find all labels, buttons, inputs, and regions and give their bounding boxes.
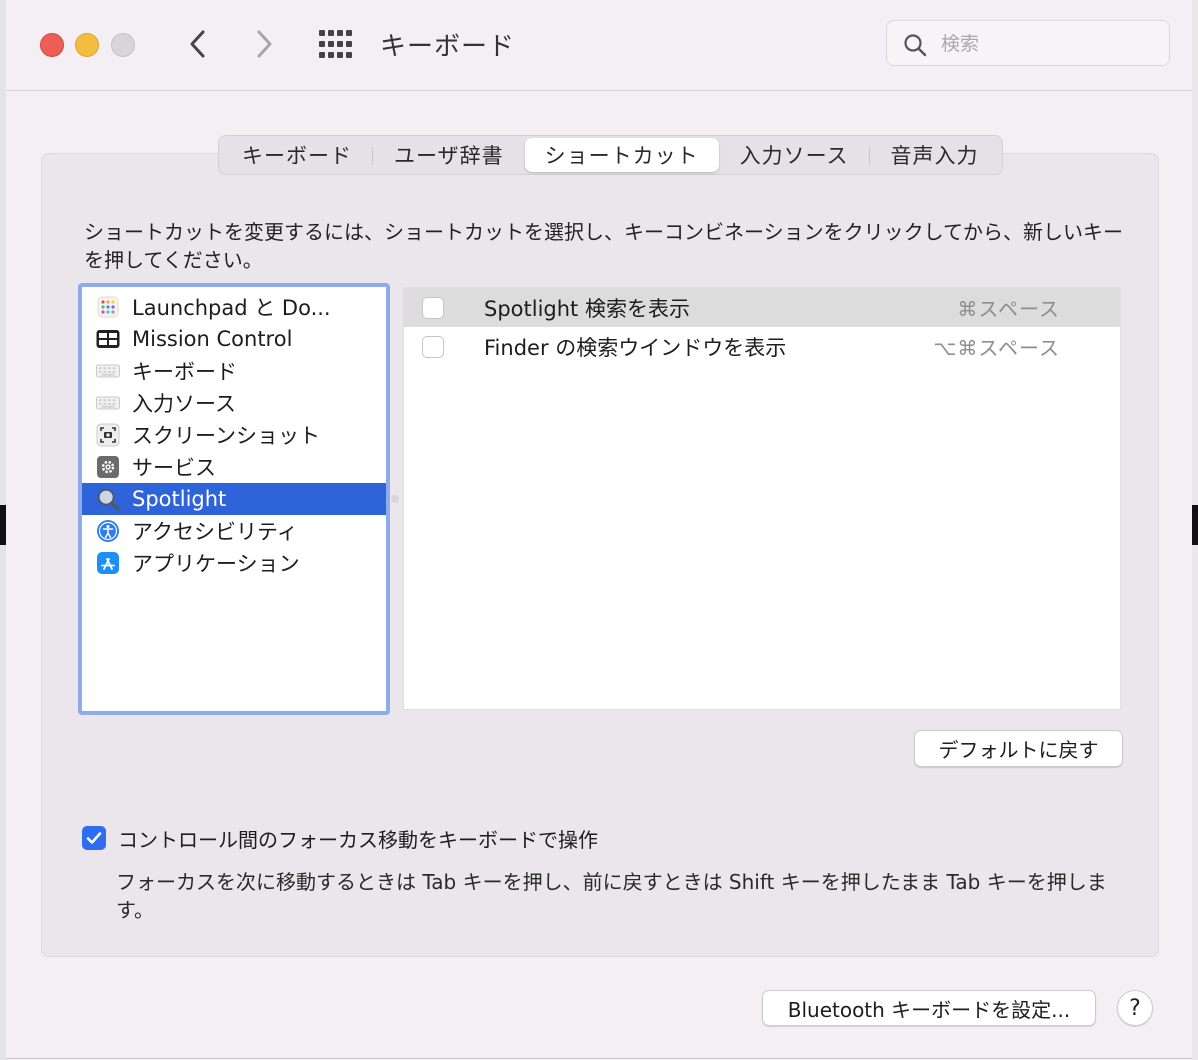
app-store-icon <box>96 551 120 575</box>
keyboard-navigation-note: フォーカスを次に移動するときは Tab キーを押し、前に戻すときは Shift … <box>116 870 1107 922</box>
accessibility-icon <box>96 519 120 543</box>
category-item-applications[interactable]: アプリケーション <box>82 547 386 579</box>
category-label: スクリーンショット <box>132 424 320 448</box>
category-list[interactable]: Launchpad と Do... Mission Control キーボード … <box>78 283 390 715</box>
tab-bar: キーボード ユーザ辞書 ショートカット 入力ソース 音声入力 <box>218 135 1003 175</box>
checkmark-icon <box>86 832 102 844</box>
category-item-launchpad[interactable]: Launchpad と Do... <box>82 291 386 323</box>
shortcut-row[interactable]: Finder の検索ウインドウを表示 ⌥⌘スペース <box>404 327 1120 366</box>
screenshot-icon <box>96 423 120 447</box>
category-item-mission-control[interactable]: Mission Control <box>82 323 386 355</box>
launchpad-icon <box>96 295 120 319</box>
restore-defaults-button[interactable]: デフォルトに戻す <box>914 730 1123 767</box>
category-item-spotlight[interactable]: Spotlight <box>82 483 386 515</box>
category-label: Mission Control <box>132 327 293 351</box>
category-label: キーボード <box>132 360 237 384</box>
magnifier-icon <box>96 487 120 511</box>
tab-keyboard[interactable]: キーボード <box>221 138 373 172</box>
category-item-input-sources[interactable]: 入力ソース <box>82 387 386 419</box>
shortcut-key[interactable]: ⌘スペース <box>957 293 1060 322</box>
category-label: Launchpad と Do... <box>132 296 331 320</box>
mission-control-icon <box>96 327 120 351</box>
keyboard-navigation-label[interactable]: コントロール間のフォーカス移動をキーボードで操作 <box>118 824 598 853</box>
category-label: Spotlight <box>132 487 227 511</box>
keyboard-navigation-checkbox[interactable] <box>82 826 106 850</box>
tab-dictation[interactable]: 音声入力 <box>870 138 1000 172</box>
tab-shortcuts[interactable]: ショートカット <box>524 138 719 172</box>
split-view-handle[interactable] <box>391 495 399 503</box>
shortcut-name: Spotlight 検索を表示 <box>484 296 690 321</box>
instructions-text: ショートカットを変更するには、ショートカットを選択し、キーコンビネーションをクリ… <box>84 220 1123 272</box>
tab-user-dictionary[interactable]: ユーザ辞書 <box>373 138 525 172</box>
category-label: サービス <box>132 456 216 480</box>
category-label: アクセシビリティ <box>132 520 298 544</box>
help-button[interactable]: ? <box>1117 990 1153 1026</box>
category-label: 入力ソース <box>132 392 236 416</box>
input-source-icon <box>96 391 120 415</box>
category-item-screenshot[interactable]: スクリーンショット <box>82 419 386 451</box>
keyboard-icon <box>96 359 120 383</box>
category-label: アプリケーション <box>132 552 300 576</box>
shortcut-key[interactable]: ⌥⌘スペース <box>933 332 1060 361</box>
shortcut-list[interactable]: Spotlight 検索を表示 ⌘スペース Finder の検索ウインドウを表示… <box>403 287 1121 710</box>
category-item-services[interactable]: サービス <box>82 451 386 483</box>
shortcut-checkbox[interactable] <box>422 336 444 358</box>
shortcut-row[interactable]: Spotlight 検索を表示 ⌘スペース <box>404 288 1120 327</box>
content: キーボード ユーザ辞書 ショートカット 入力ソース 音声入力 ショートカットを変… <box>0 0 1198 1060</box>
category-item-keyboard[interactable]: キーボード <box>82 355 386 387</box>
shortcut-name: Finder の検索ウインドウを表示 <box>484 335 787 360</box>
shortcut-checkbox[interactable] <box>422 297 444 319</box>
category-item-accessibility[interactable]: アクセシビリティ <box>82 515 386 547</box>
gear-icon <box>96 455 120 479</box>
tab-input-sources[interactable]: 入力ソース <box>719 138 870 172</box>
setup-bluetooth-keyboard-button[interactable]: Bluetooth キーボードを設定... <box>762 990 1096 1026</box>
